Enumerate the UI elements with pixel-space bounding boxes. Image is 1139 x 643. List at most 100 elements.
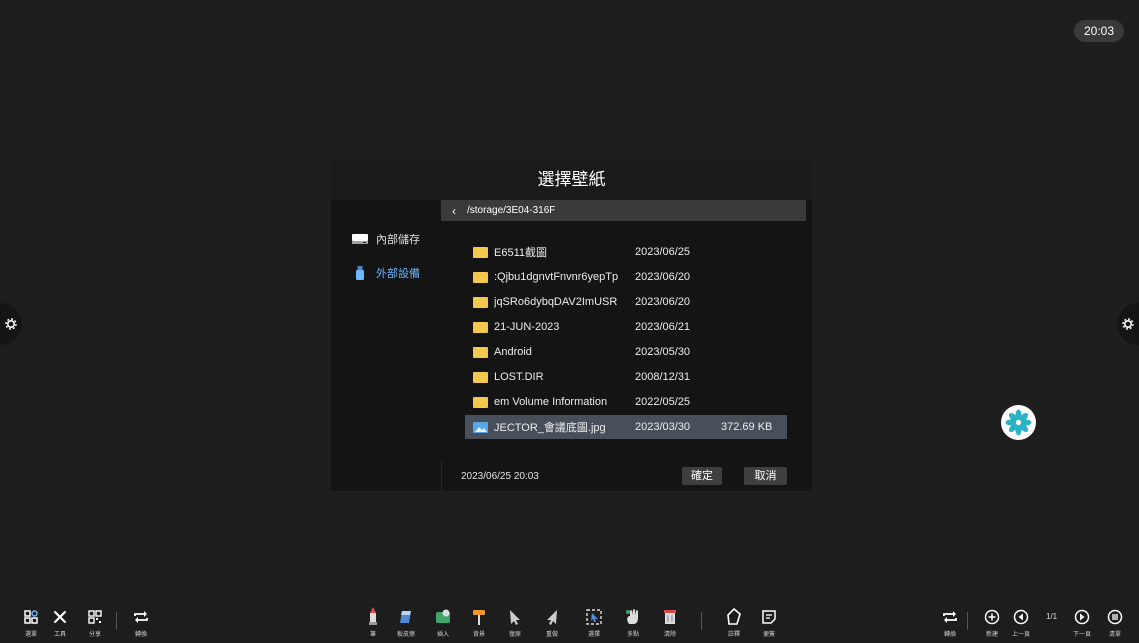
toolbar-label: 註釋: [727, 632, 740, 638]
file-name: em Volume Information: [494, 396, 608, 408]
toolbar-label: 轉換: [943, 632, 956, 638]
footer-divider: [441, 460, 442, 491]
tools-button[interactable]: 工具: [51, 608, 69, 638]
toolbar-label: 選單: [24, 632, 37, 638]
gear-icon: [5, 318, 17, 330]
file-row[interactable]: jqSRo6dybqDAV2ImUSR 2023/06/20: [465, 290, 787, 314]
confirm-button[interactable]: 確定: [682, 467, 722, 485]
prev-page-button[interactable]: 上一頁: [1012, 608, 1030, 638]
floating-menu-button[interactable]: [1001, 405, 1036, 440]
usb-icon: [351, 266, 369, 280]
folder-icon: [473, 321, 488, 333]
tools-icon: [51, 608, 69, 626]
next-page-button[interactable]: 下一頁: [1073, 608, 1091, 638]
eraser-button[interactable]: 板皮擦: [397, 608, 415, 638]
clear-icon: [661, 608, 679, 626]
note-icon: [760, 608, 778, 626]
redo-icon: [543, 608, 561, 626]
file-name: 21-JUN-2023: [494, 321, 560, 333]
file-date: 2023/06/20: [635, 296, 691, 308]
page-indicator: 1/1: [1046, 612, 1058, 621]
current-path: /storage/3E04-316F: [467, 205, 556, 216]
multitouch-icon: [624, 608, 642, 626]
file-row[interactable]: 21-JUN-2023 2023/06/21: [465, 315, 787, 339]
folder-icon: [473, 346, 488, 358]
switch-icon: [132, 608, 150, 626]
file-row-selected[interactable]: JECTOR_會議底圖.jpg 2023/03/30 372.69 KB: [465, 415, 787, 439]
folder-icon: [473, 271, 488, 283]
list-icon: [1106, 608, 1124, 626]
background-button[interactable]: 背景: [470, 608, 488, 638]
wallpaper-picker-dialog: 選擇壁紙 內部儲存 外部設備 ‹ /storage/3E04-316F E651…: [331, 160, 812, 491]
file-date: 2008/12/31: [635, 371, 691, 383]
toolbar-label: 轉換: [134, 632, 147, 638]
menu-button[interactable]: 選單: [22, 608, 40, 638]
file-row[interactable]: E6511截圖 2023/06/25: [465, 240, 787, 264]
page-list-button[interactable]: 清單: [1106, 608, 1124, 638]
qr-icon: [86, 608, 104, 626]
toolbar-label: 重做: [545, 632, 558, 638]
note-button[interactable]: 便簽: [760, 608, 778, 638]
add-icon: [983, 608, 1001, 626]
bottom-toolbar: 選單 工具 分享 轉換 筆 板皮擦 插入 背景 復原 重做 選擇 多點 清除 註…: [0, 604, 1139, 643]
new-page-button[interactable]: 新建: [983, 608, 1001, 638]
file-row[interactable]: :Qjbu1dgnvtFnvnr6yepTp 2023/06/20: [465, 265, 787, 289]
toolbar-label: 筆: [369, 632, 376, 638]
switch-button-left[interactable]: 轉換: [132, 608, 150, 638]
flower-icon: [1005, 409, 1032, 436]
folder-icon: [473, 296, 488, 308]
storage-item-external[interactable]: 外部設備: [351, 264, 420, 282]
folder-icon: [473, 396, 488, 408]
file-list: E6511截圖 2023/06/25 :Qjbu1dgnvtFnvnr6yepT…: [465, 240, 787, 440]
cancel-button[interactable]: 取消: [744, 467, 787, 485]
file-date: 2023/06/20: [635, 271, 691, 283]
undo-button[interactable]: 復原: [506, 608, 524, 638]
file-row[interactable]: LOST.DIR 2008/12/31: [465, 365, 787, 389]
storage-list: 內部儲存 外部設備: [351, 230, 420, 298]
storage-item-internal[interactable]: 內部儲存: [351, 230, 420, 248]
dialog-title: 選擇壁紙: [331, 160, 812, 200]
pen-button[interactable]: 筆: [364, 607, 382, 638]
share-button[interactable]: 分享: [86, 608, 104, 638]
pen-icon: [364, 607, 382, 626]
toolbar-label: 插入: [436, 632, 449, 638]
select-icon: [585, 608, 603, 626]
clear-button[interactable]: 清除: [661, 608, 679, 638]
file-size: 372.69 KB: [721, 421, 773, 433]
toolbar-label: 工具: [53, 632, 66, 638]
path-bar: ‹ /storage/3E04-316F: [441, 200, 806, 221]
drive-icon: [351, 232, 369, 246]
file-date: 2023/06/21: [635, 321, 691, 333]
next-icon: [1073, 608, 1091, 626]
insert-icon: [434, 608, 452, 626]
switch-button-right[interactable]: 轉換: [941, 608, 959, 638]
insert-button[interactable]: 插入: [434, 608, 452, 638]
toolbar-label: 多點: [626, 632, 639, 638]
folder-icon: [473, 371, 488, 383]
eraser-icon: [397, 608, 415, 626]
toolbar-label: 便簽: [762, 632, 775, 638]
toolbar-label: 下一頁: [1073, 632, 1092, 638]
file-name: E6511截圖: [494, 247, 547, 259]
toolbar-label: 分享: [88, 632, 101, 638]
redo-button[interactable]: 重做: [543, 608, 561, 638]
folder-icon: [473, 246, 488, 258]
select-button[interactable]: 選擇: [585, 608, 603, 638]
file-date: 2023/03/30: [635, 421, 691, 433]
back-chevron-icon[interactable]: ‹: [441, 204, 467, 218]
file-row[interactable]: Android 2023/05/30: [465, 340, 787, 364]
switch-icon: [941, 608, 959, 626]
storage-item-label: 內部儲存: [376, 234, 420, 246]
background-icon: [470, 608, 488, 626]
toolbar-label: 背景: [472, 632, 485, 638]
annotate-button[interactable]: 註釋: [725, 608, 743, 638]
toolbar-label: 清單: [1108, 632, 1121, 638]
file-name: Android: [494, 346, 532, 358]
image-file-icon: [473, 421, 488, 433]
toolbar-label: 板皮擦: [397, 632, 416, 638]
file-row[interactable]: em Volume Information 2022/05/25: [465, 390, 787, 414]
gear-icon: [1122, 318, 1134, 330]
clock: 20:03: [1074, 20, 1124, 42]
storage-item-label: 外部設備: [376, 268, 420, 280]
multitouch-button[interactable]: 多點: [624, 608, 642, 638]
